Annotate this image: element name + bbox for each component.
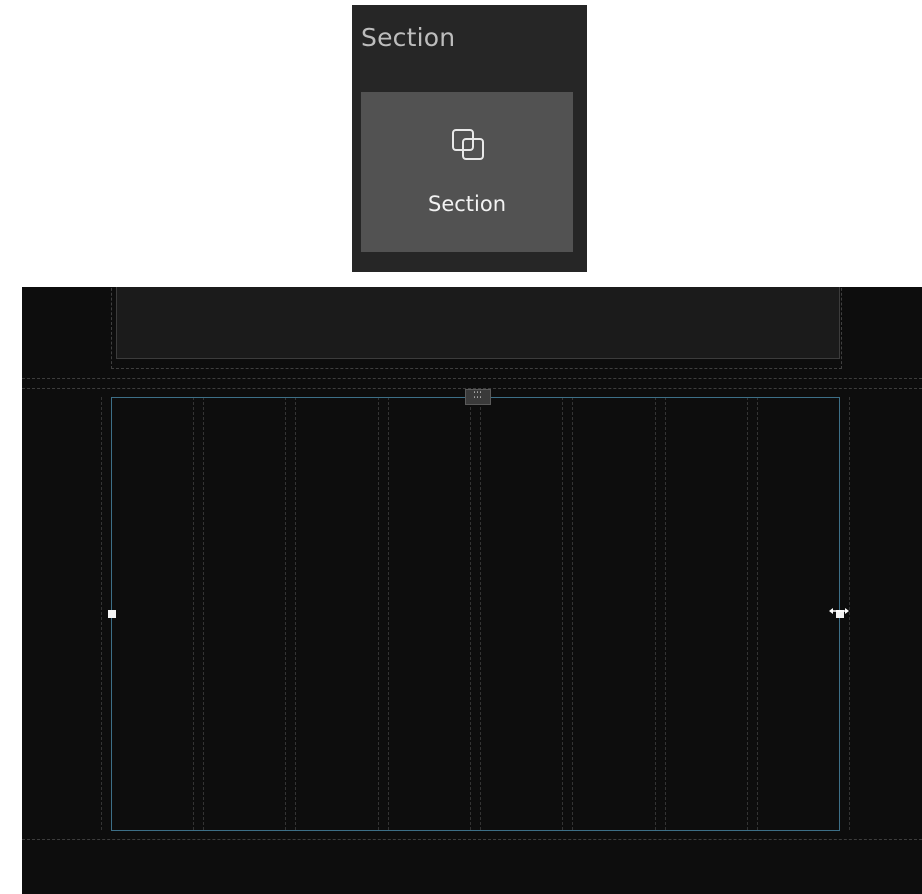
section-guide-line [22, 378, 922, 379]
section-palette-panel: Section Section [352, 5, 587, 272]
selected-section-frame[interactable] [111, 397, 840, 831]
section-guide-line [22, 839, 922, 840]
section-tile-button[interactable]: Section [361, 92, 573, 252]
left-resize-handle[interactable] [108, 610, 116, 618]
section-tile-label: Section [427, 192, 507, 216]
screenshot-root: Section Section ⋯ ⋯ [0, 0, 922, 894]
design-canvas[interactable]: ⋯ ⋯ [22, 287, 922, 894]
palette-title: Section [361, 23, 456, 52]
column-guide [101, 397, 102, 830]
upper-section[interactable] [116, 287, 840, 359]
resize-horizontal-icon [829, 608, 849, 614]
drag-handle-dots: ⋯ [473, 393, 483, 403]
drag-handle-icon[interactable]: ⋯ ⋯ [465, 389, 491, 405]
overlapping-squares-icon [452, 129, 484, 160]
